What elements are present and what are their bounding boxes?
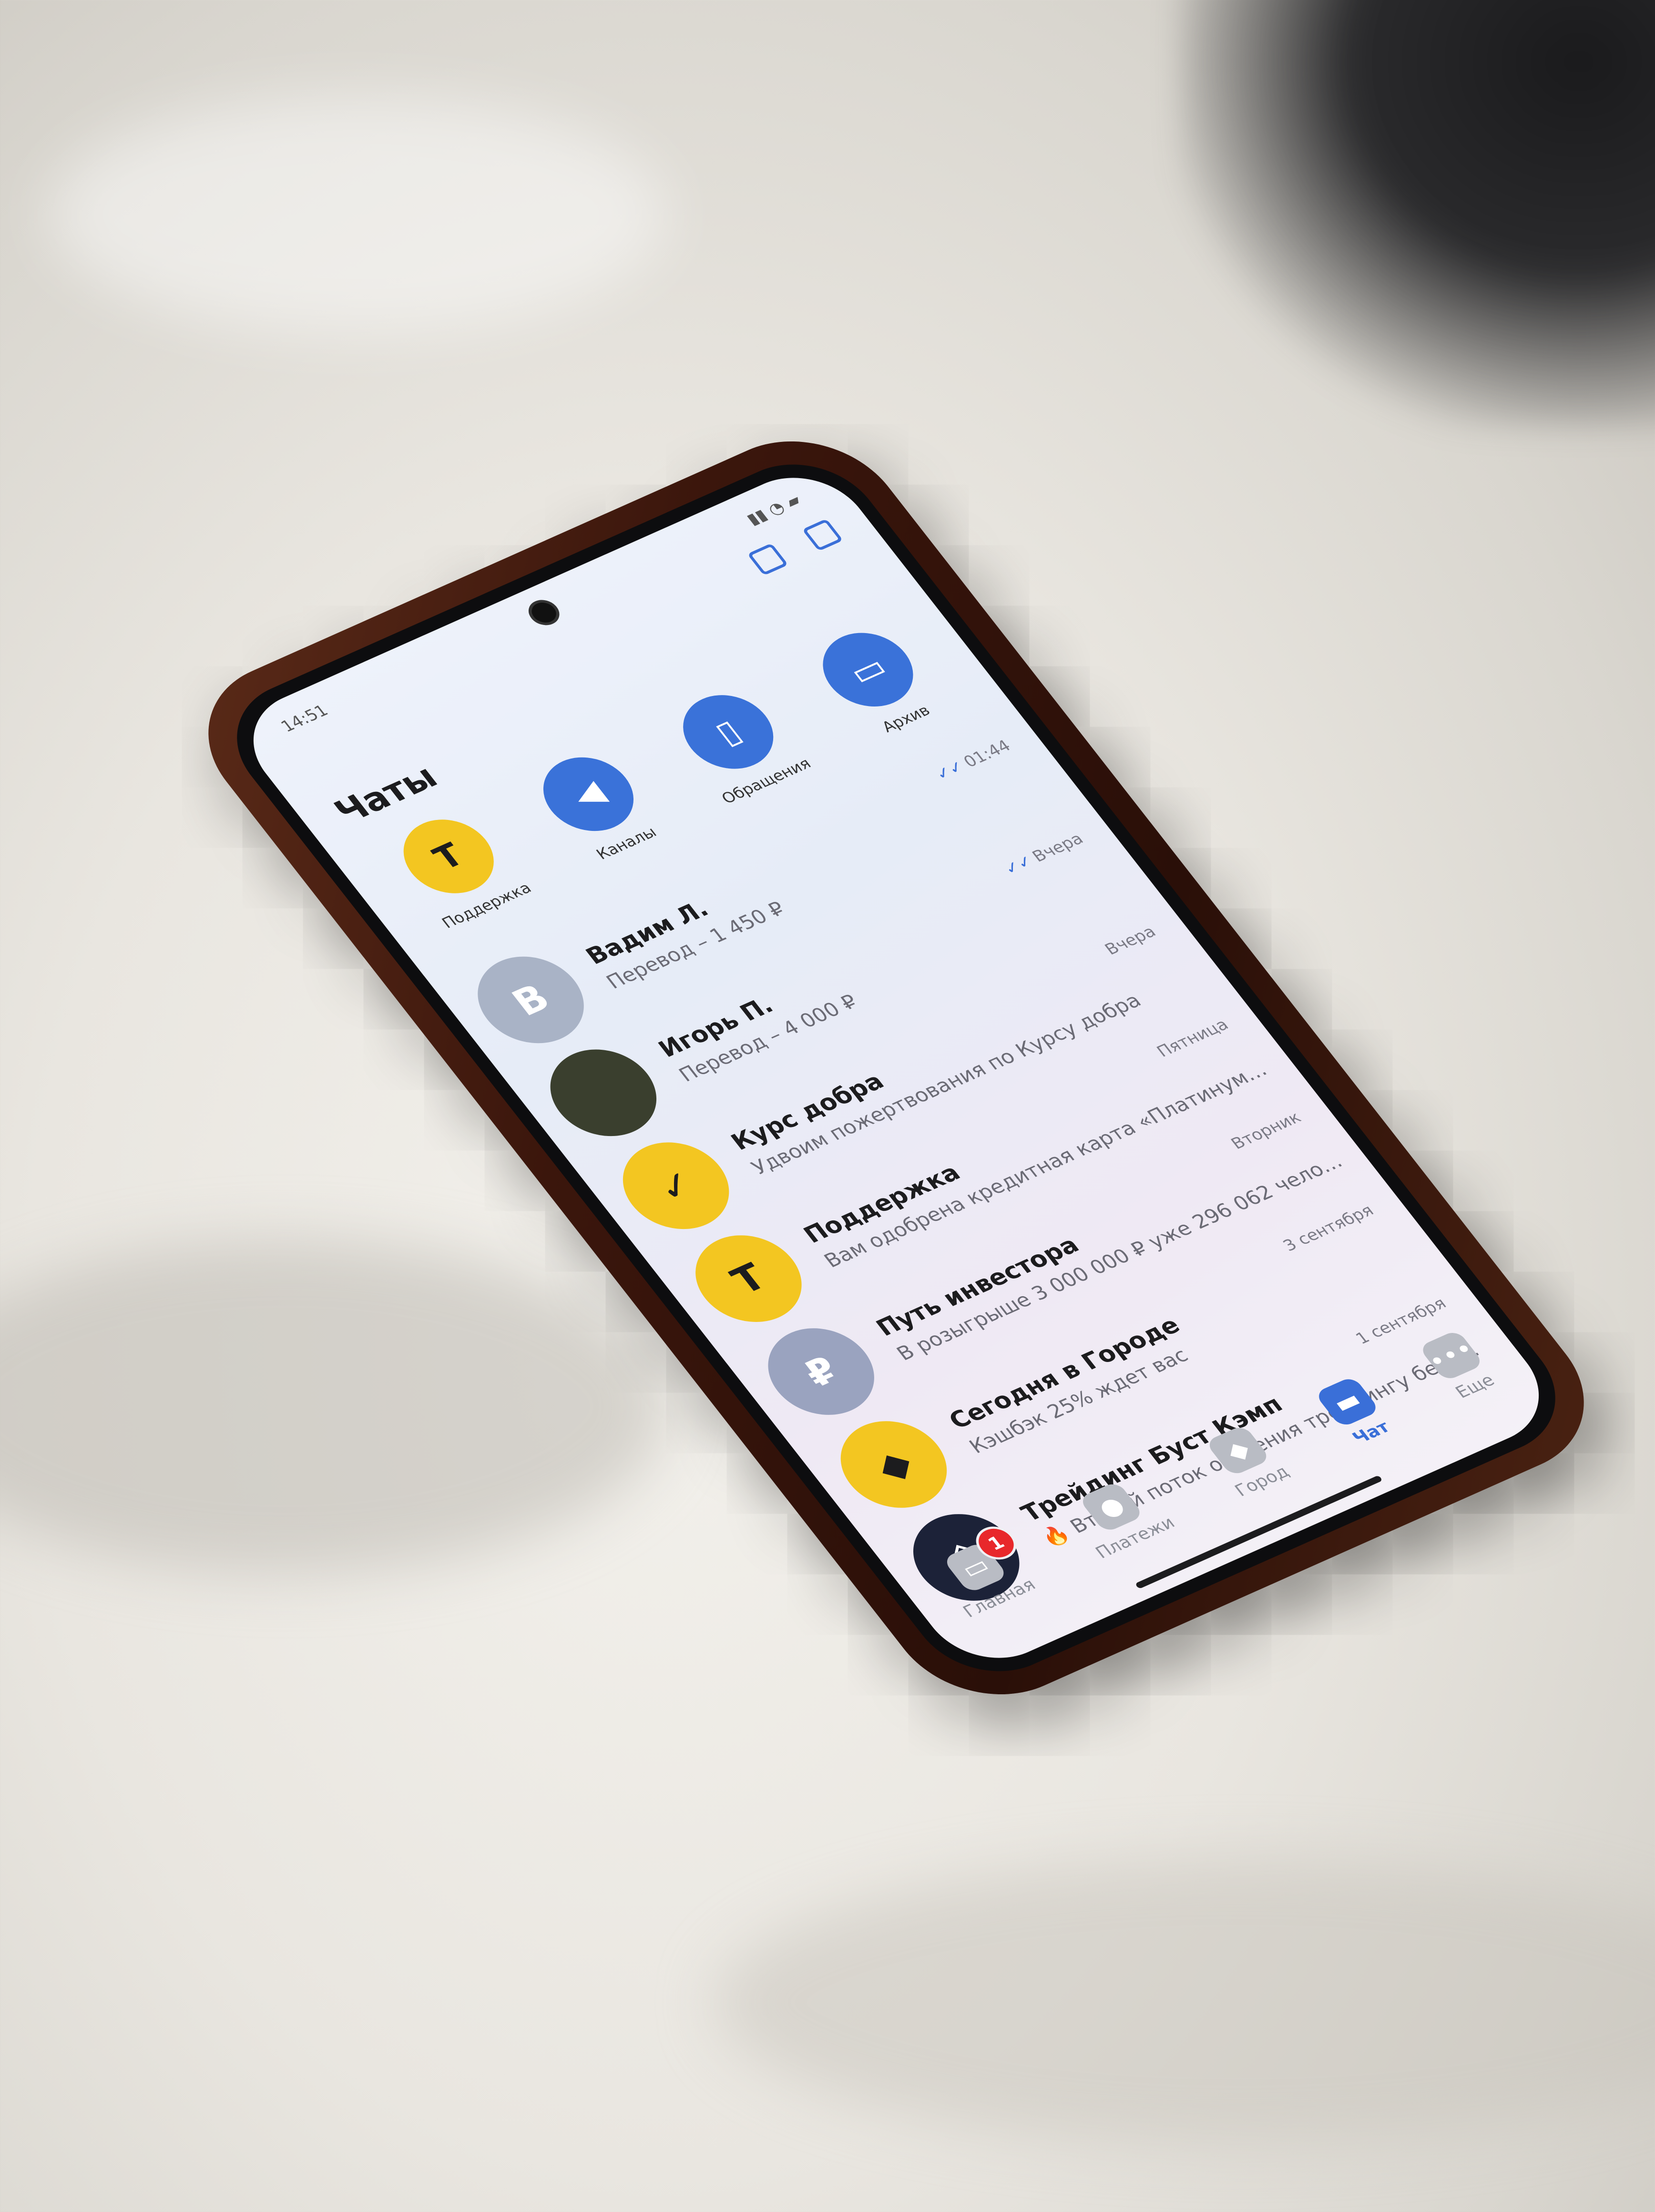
document-clock-icon: ▯ xyxy=(665,682,791,782)
payments-icon: ● xyxy=(1078,1480,1144,1533)
phone-screen: 14:51 ▮▮ ◔ ▰ Чаты T Поддержка ◀ Каналы ▯ Обра… xyxy=(226,459,1566,1677)
tab-2[interactable]: ◆ Город xyxy=(1199,1422,1293,1500)
city-icon: ◆ xyxy=(1205,1424,1271,1477)
chat-icon: ▬ xyxy=(1314,1375,1380,1428)
megaphone-icon: ◀ xyxy=(525,745,651,844)
archive-icon: ▭ xyxy=(805,620,931,719)
tab-4[interactable]: ••• Еще xyxy=(1418,1329,1501,1403)
more-icon: ••• xyxy=(1418,1329,1484,1382)
bell-icon[interactable] xyxy=(747,543,788,576)
status-icons: ▮▮ ◔ ▰ xyxy=(743,491,805,529)
story-label: Архив xyxy=(878,701,934,736)
compose-icon[interactable] xyxy=(802,518,844,552)
tab-3[interactable]: ▬ Чат xyxy=(1314,1375,1397,1449)
page-title: Чаты xyxy=(327,757,445,831)
tab-label: Чат xyxy=(1349,1417,1394,1448)
tbank-logo: T xyxy=(386,807,511,906)
phone: 14:51 ▮▮ ◔ ▰ Чаты T Поддержка ◀ Каналы ▯ Обра… xyxy=(169,413,1624,1723)
tab-0[interactable]: ▭ 1 Главная xyxy=(928,1521,1039,1621)
status-time: 14:51 xyxy=(277,701,332,736)
tab-1[interactable]: ● Платежи xyxy=(1060,1473,1179,1562)
